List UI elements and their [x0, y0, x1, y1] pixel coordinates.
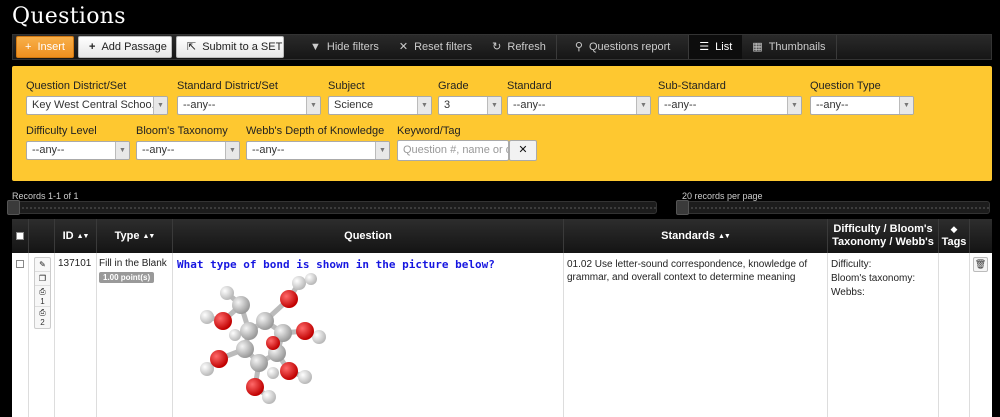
- grade-select[interactable]: 3 ▼: [438, 96, 502, 115]
- keyword-label: Keyword/Tag: [397, 125, 461, 137]
- close-icon: ✕: [398, 40, 409, 53]
- list-view-button[interactable]: ☰ List: [689, 35, 743, 59]
- refresh-button[interactable]: ↻ Refresh: [482, 35, 556, 59]
- select-all-header: [12, 219, 29, 253]
- plus-icon: +: [89, 40, 96, 53]
- select-all-checkbox[interactable]: [16, 232, 24, 240]
- standard-label: Standard: [507, 80, 552, 92]
- subject-label: Subject: [328, 80, 365, 92]
- webbs-label: Webb's Depth of Knowledge: [246, 125, 385, 137]
- refresh-icon: ↻: [492, 40, 502, 53]
- column-header-difficulty: Difficulty / Bloom's Taxonomy / Webb's: [828, 219, 939, 253]
- question-type-select[interactable]: --any-- ▼: [810, 96, 914, 115]
- row-standard: 01.02 Use letter-sound correspondence, k…: [564, 253, 828, 417]
- slider-handle[interactable]: [676, 200, 689, 215]
- edit-icon[interactable]: ✎: [35, 258, 50, 272]
- district-set-label: Question District/Set: [26, 80, 127, 92]
- chevron-down-icon: ▼: [417, 97, 431, 114]
- difficulty-select[interactable]: --any-- ▼: [26, 141, 130, 160]
- row-checkbox[interactable]: [16, 260, 24, 268]
- points-badge: 1.00 point(s): [99, 272, 155, 283]
- thumbnails-view-button[interactable]: ▦ Thumbnails: [742, 35, 835, 59]
- search-icon: ⚲: [574, 40, 583, 53]
- chevron-down-icon: ▼: [153, 97, 167, 114]
- sub-standard-label: Sub-Standard: [658, 80, 726, 92]
- table-row: ✎ ❐ ⎙ 1 ⎙ 2 137101 Fill in the Blank 1.0…: [12, 253, 992, 417]
- tag-icon: ◆: [950, 224, 958, 234]
- records-count: Records 1-1 of 1: [12, 191, 79, 201]
- subject-select[interactable]: Science ▼: [328, 96, 432, 115]
- per-page-slider[interactable]: [676, 200, 990, 215]
- records-per-page-label: 20 records per page: [682, 191, 763, 201]
- reset-filters-button[interactable]: ✕ Reset filters: [389, 35, 482, 59]
- column-header-tags: ◆ Tags: [939, 219, 970, 253]
- slider-handle[interactable]: [7, 200, 20, 215]
- chevron-down-icon: ▼: [115, 142, 129, 159]
- blooms-select[interactable]: --any-- ▼: [136, 141, 240, 160]
- keyword-input[interactable]: Question #, name or de: [397, 140, 509, 161]
- hide-filters-button[interactable]: ▼ Hide filters: [300, 35, 389, 59]
- row-difficulty: Difficulty:: [831, 259, 872, 270]
- filters-panel: Question District/Set Key West Central S…: [12, 66, 992, 181]
- sort-icon: ▲▼: [717, 232, 731, 240]
- column-header-standards[interactable]: Standards ▲▼: [564, 219, 828, 253]
- actions-header: [29, 219, 55, 253]
- chevron-down-icon: ▼: [787, 97, 801, 114]
- questions-table: ID ▲▼ Type ▲▼ Question Standards ▲▼ Difficu…: [12, 219, 992, 417]
- delete-header: [970, 219, 992, 253]
- row-id: 137101: [55, 253, 97, 417]
- clear-keyword-button[interactable]: ✕: [509, 140, 537, 161]
- close-icon: ✕: [518, 144, 528, 156]
- chevron-down-icon: ▼: [487, 97, 501, 114]
- column-header-id[interactable]: ID ▲▼: [55, 219, 97, 253]
- print-icon[interactable]: ⎙: [35, 307, 50, 318]
- plus-icon: +: [25, 40, 32, 53]
- chevron-down-icon: ▼: [899, 97, 913, 114]
- blooms-label: Bloom's Taxonomy: [136, 125, 228, 137]
- chevron-down-icon: ▼: [225, 142, 239, 159]
- grade-label: Grade: [438, 80, 469, 92]
- print-icon[interactable]: ⎙: [35, 286, 50, 297]
- copy-icon[interactable]: ❐: [35, 272, 50, 286]
- insert-button[interactable]: + Insert: [16, 36, 74, 58]
- chevron-down-icon: ▼: [306, 97, 320, 114]
- row-type: Fill in the Blank: [99, 258, 167, 269]
- standard-district-select[interactable]: --any-- ▼: [177, 96, 321, 115]
- standard-district-label: Standard District/Set: [177, 80, 278, 92]
- records-slider[interactable]: [7, 200, 657, 215]
- share-icon: ⇱: [187, 40, 197, 53]
- standard-select[interactable]: --any-- ▼: [507, 96, 651, 115]
- sort-icon: ▲▼: [142, 232, 156, 240]
- district-set-select[interactable]: Key West Central Schoo... ▼: [26, 96, 168, 115]
- filter-icon: ▼: [310, 40, 321, 53]
- molecule-image: [200, 273, 326, 404]
- page-title: Questions: [12, 4, 126, 29]
- table-header: ID ▲▼ Type ▲▼ Question Standards ▲▼ Difficu…: [12, 219, 992, 253]
- row-actions: ✎ ❐ ⎙ 1 ⎙ 2: [34, 257, 51, 329]
- question-text: What type of bond is shown in the pictur…: [177, 258, 495, 271]
- row-blooms: Bloom's taxonomy:: [831, 273, 916, 284]
- chevron-down-icon: ▼: [375, 142, 389, 159]
- toolbar: + Insert + Add Passage ⇱ Submit to a SET ▼ H…: [12, 34, 992, 60]
- webbs-select[interactable]: --any-- ▼: [246, 141, 390, 160]
- grid-icon: ▦: [752, 40, 763, 53]
- question-type-label: Question Type: [810, 80, 881, 92]
- column-header-type[interactable]: Type ▲▼: [97, 219, 173, 253]
- difficulty-label: Difficulty Level: [26, 125, 97, 137]
- sub-standard-select[interactable]: --any-- ▼: [658, 96, 802, 115]
- list-icon: ☰: [699, 40, 710, 53]
- questions-report-button[interactable]: ⚲ Questions report: [557, 35, 688, 59]
- submit-to-set-button[interactable]: ⇱ Submit to a SET: [176, 36, 284, 58]
- row-webbs: Webbs:: [831, 287, 865, 298]
- sort-icon: ▲▼: [76, 232, 90, 240]
- delete-icon[interactable]: 🗑: [973, 257, 988, 272]
- chevron-down-icon: ▼: [636, 97, 650, 114]
- row-tags: [939, 253, 970, 417]
- add-passage-button[interactable]: + Add Passage: [78, 36, 172, 58]
- column-header-question: Question: [173, 219, 564, 253]
